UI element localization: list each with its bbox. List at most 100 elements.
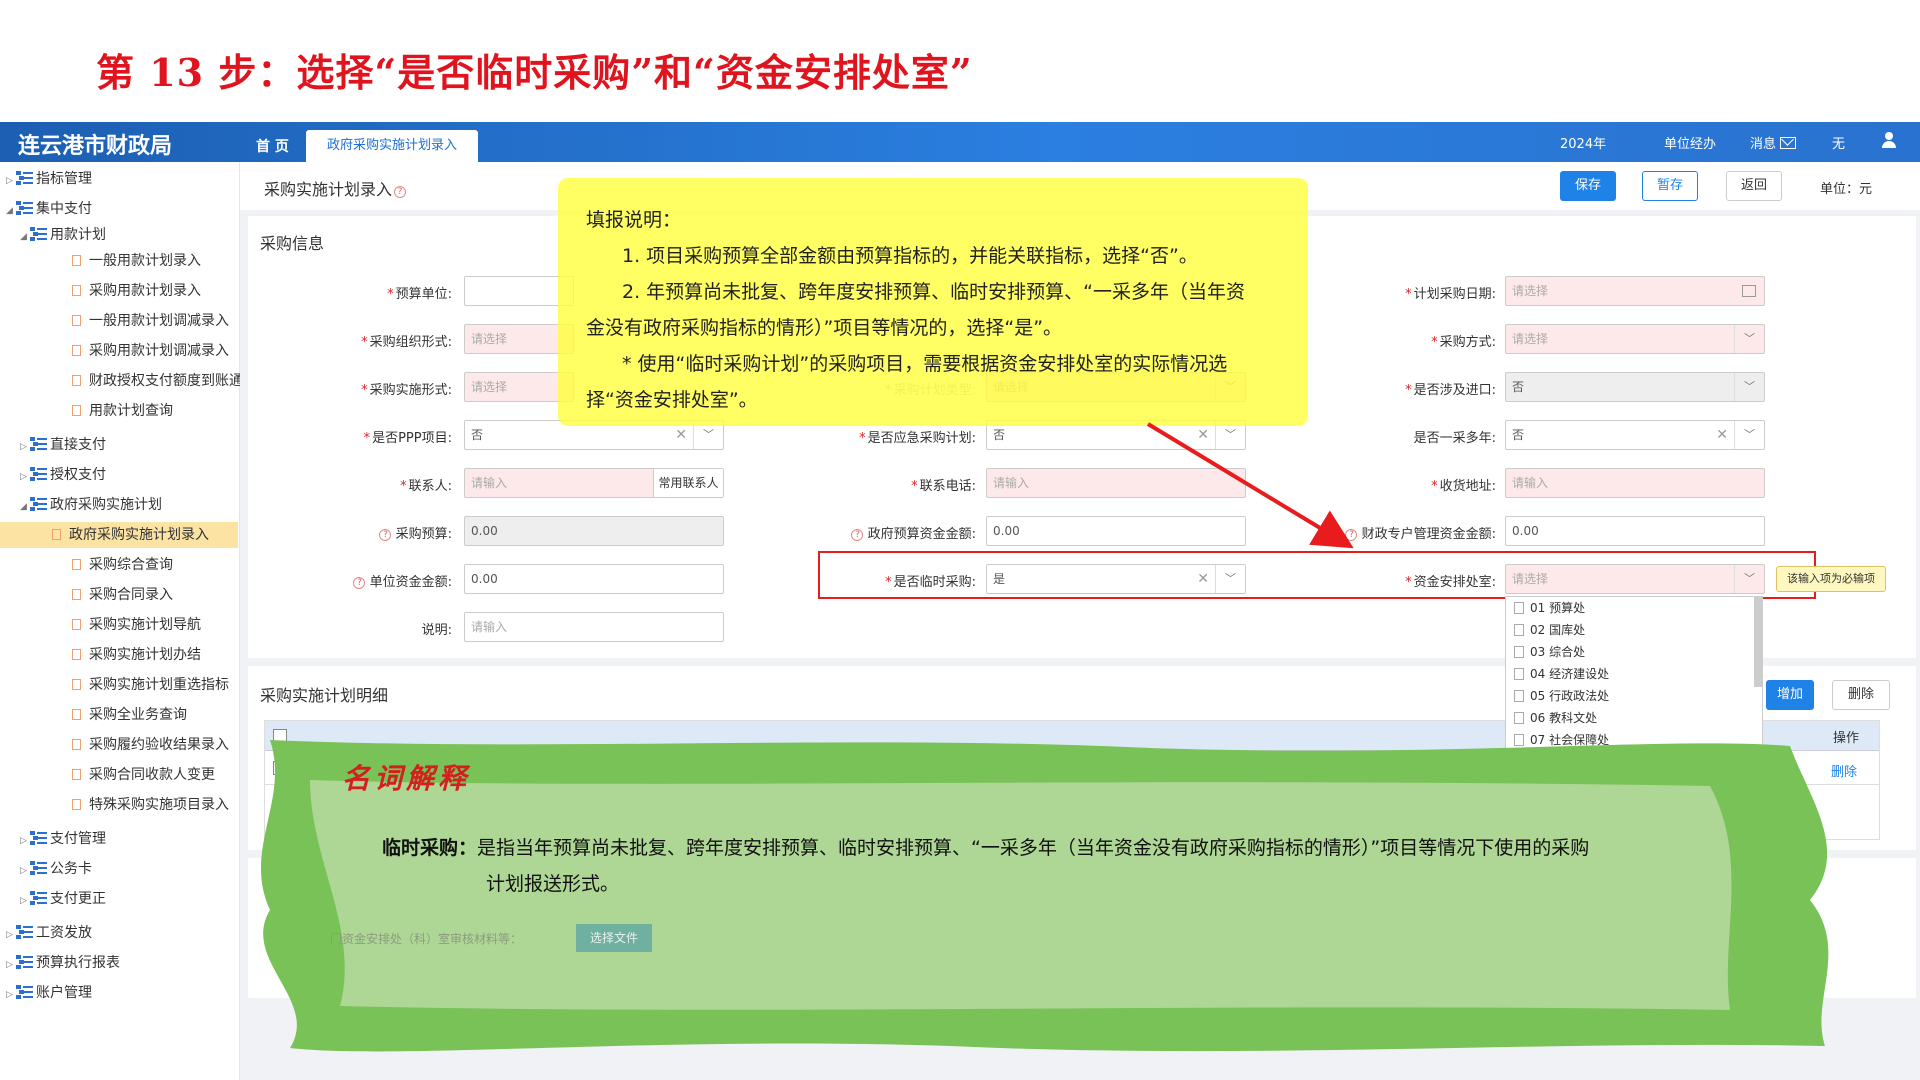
sidebar-item[interactable]: 采购合同收款人变更 [34,762,215,788]
sidebar-item-label: 政府采购实施计划录入 [69,527,209,543]
sidebar-item[interactable]: 采购合同录入 [34,582,173,608]
caret-down-icon[interactable]: ◢ [20,224,30,250]
sidebar-item[interactable]: 采购实施计划导航 [34,612,201,638]
chevron-down-icon[interactable]: ﹀ [1734,421,1764,449]
sidebar-item[interactable]: ◢ 用款计划 [20,222,106,248]
tree-icon [30,891,48,905]
caret-right-icon[interactable]: ▷ [20,434,30,460]
caret-right-icon[interactable]: ▷ [20,828,30,854]
draft-button[interactable]: 暂存 [1642,171,1698,201]
help-icon[interactable]: ? [851,529,864,541]
budget-field[interactable]: 0.00 [464,516,724,546]
sidebar-item-label: 政府采购实施计划 [50,497,162,513]
dropdown-option[interactable]: 02 国库处 [1506,619,1762,641]
common-contact-button[interactable]: 常用联系人 [653,469,723,497]
dropdown-option[interactable]: 06 教科文处 [1506,707,1762,729]
tree-icon [16,925,34,939]
required-tooltip: 该输入项为必输项 [1776,566,1886,592]
sidebar-item[interactable]: 用款计划查询 [34,398,173,424]
save-button[interactable]: 保存 [1560,171,1616,201]
field-placeholder: 请选择 [1512,332,1549,346]
callout-line3b: 择“资金安排处室”。 [586,389,758,411]
sidebar-item[interactable]: ▷ 支付更正 [20,886,106,912]
import-field[interactable]: 否 ﹀ [1505,372,1765,402]
messages-link[interactable]: 消息 [1750,133,1797,152]
clear-icon[interactable]: ✕ [1716,421,1728,449]
sidebar-item[interactable]: ▷ 账户管理 [6,980,92,1006]
label-phone: * 联系电话: [911,479,976,494]
user-icon[interactable] [1882,132,1896,148]
chevron-down-icon[interactable]: ﹀ [1734,325,1764,353]
dropdown-option[interactable]: 03 综合处 [1506,641,1762,663]
tab-gov-purchase-entry[interactable]: 政府采购实施计划录入 [306,130,478,162]
caret-down-icon[interactable]: ◢ [6,198,16,224]
address-field[interactable]: 请输入 [1505,468,1765,498]
role-selector[interactable]: 单位经办 [1664,133,1716,152]
sidebar-item[interactable]: ▷ 预算执行报表 [6,950,120,976]
caret-right-icon[interactable]: ▷ [20,858,30,884]
option-label: 05 行政政法处 [1530,689,1610,703]
multi-year-field[interactable]: 否 ✕ ﹀ [1505,420,1765,450]
caret-right-icon[interactable]: ▷ [6,952,16,978]
sidebar-item[interactable]: ◢ 集中支付 [6,196,92,222]
sidebar-item[interactable]: 采购用款计划调减录入 [34,338,229,364]
back-button[interactable]: 返回 [1726,171,1782,201]
help-icon[interactable]: ? [379,529,392,541]
user-name: 无 [1832,137,1846,152]
sidebar-item[interactable]: 采购实施计划办结 [34,642,201,668]
help-icon[interactable]: ? [353,577,366,589]
add-row-button[interactable]: 增加 [1766,680,1814,710]
sidebar-item[interactable]: 政府采购实施计划录入 [0,522,238,548]
sidebar-item[interactable]: 采购实施计划重选指标 [34,672,229,698]
choose-file-button[interactable]: 选择文件 [576,924,652,952]
dropdown-option[interactable]: 04 经济建设处 [1506,663,1762,685]
year-selector[interactable]: 2024年 [1560,133,1606,152]
sidebar-item[interactable]: ▷ 直接支付 [20,432,106,458]
nav-home[interactable]: 首 页 [256,136,289,156]
label-text: 是否涉及进口: [1413,383,1496,398]
caret-right-icon[interactable]: ▷ [20,888,30,914]
field-placeholder: 请输入 [471,620,508,634]
caret-right-icon[interactable]: ▷ [6,168,16,194]
sidebar-item[interactable]: 财政授权支付额度到账通知 [34,368,257,394]
sidebar-item[interactable]: ▷ 授权支付 [20,462,106,488]
sidebar-item[interactable]: ▷ 指标管理 [6,166,92,192]
sidebar-item[interactable]: ◢ 政府采购实施计划 [20,492,162,518]
sidebar-item-label: 采购实施计划导航 [89,617,201,633]
contact-field[interactable]: 请输入 常用联系人 [464,468,724,498]
sidebar-item[interactable]: ▷ 公务卡 [20,856,92,882]
caret-right-icon[interactable]: ▷ [6,982,16,1008]
label-text: 是否PPP项目: [372,431,452,446]
label-text: 采购预算: [395,527,452,542]
special-account-field[interactable]: 0.00 [1505,516,1765,546]
label-import: * 是否涉及进口: [1405,383,1496,398]
sidebar-item[interactable]: 采购综合查询 [34,552,173,578]
file-icon [1514,646,1524,658]
note-field[interactable]: 请输入 [464,612,724,642]
sidebar-item[interactable]: 采购用款计划录入 [34,278,201,304]
label-text: 是否应急采购计划: [867,431,976,446]
dropdown-option[interactable]: 01 预算处 [1506,597,1762,619]
sidebar-item[interactable]: ▷ 支付管理 [20,826,106,852]
sidebar-item-label: 预算执行报表 [36,955,120,971]
sidebar-item[interactable]: 一般用款计划录入 [34,248,201,274]
sidebar-item[interactable]: 采购全业务查询 [34,702,187,728]
method-field[interactable]: 请选择 ﹀ [1505,324,1765,354]
chevron-down-icon[interactable]: ﹀ [1734,373,1764,401]
help-icon[interactable]: ? [394,186,407,198]
sidebar-item[interactable]: 采购履约验收结果录入 [34,732,229,758]
document-icon [72,619,81,630]
caret-down-icon[interactable]: ◢ [20,494,30,520]
sidebar-item[interactable]: 一般用款计划调减录入 [34,308,229,334]
plan-date-field[interactable]: 请选择 [1505,276,1765,306]
dropdown-scrollbar[interactable] [1754,597,1762,687]
sidebar-item[interactable]: 特殊采购实施项目录入 [34,792,229,818]
delete-rows-button[interactable]: 删除 [1832,680,1890,710]
calendar-icon[interactable] [1742,285,1756,297]
unit-fund-field[interactable]: 0.00 [464,564,724,594]
field-value: 否 [993,428,1006,442]
dropdown-option[interactable]: 05 行政政法处 [1506,685,1762,707]
caret-right-icon[interactable]: ▷ [6,922,16,948]
caret-right-icon[interactable]: ▷ [20,464,30,490]
sidebar-item[interactable]: ▷ 工资发放 [6,920,92,946]
